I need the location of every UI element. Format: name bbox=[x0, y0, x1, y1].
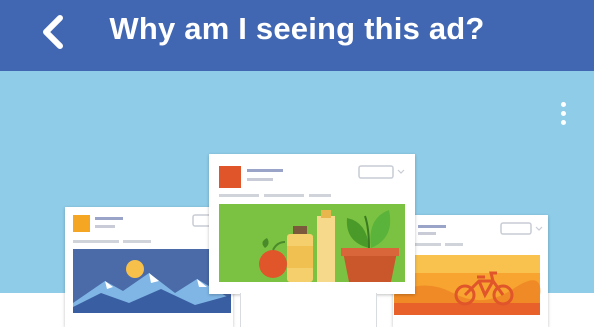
ad-logo bbox=[73, 215, 90, 232]
more-vertical-icon bbox=[556, 102, 570, 125]
ad-card-right-illustration bbox=[394, 222, 543, 315]
ad-card-center bbox=[209, 154, 415, 294]
ad-card-left bbox=[65, 207, 233, 327]
ad-card-right bbox=[393, 215, 548, 327]
more-options-button[interactable] bbox=[556, 102, 570, 130]
ad-card-left-illustration bbox=[73, 214, 231, 313]
ad-logo bbox=[219, 166, 241, 188]
ad-card-center-illustration bbox=[219, 165, 405, 282]
app-header: Why am I seeing this ad? bbox=[0, 0, 594, 71]
page-title: Why am I seeing this ad? bbox=[109, 11, 485, 46]
content-panel-edge bbox=[240, 293, 377, 327]
